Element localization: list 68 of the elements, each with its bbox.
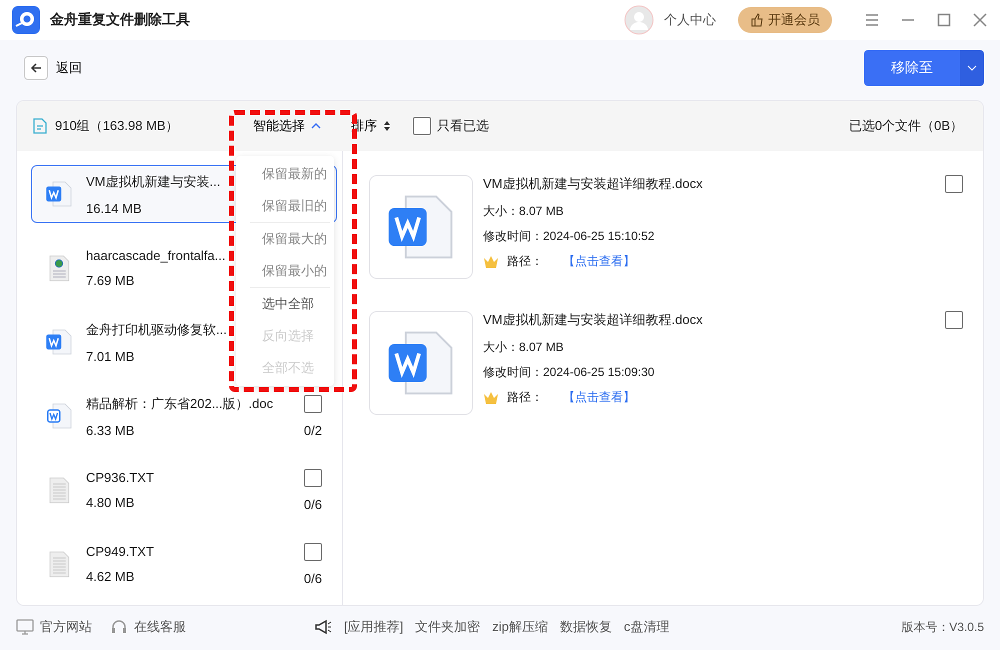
menu-icon[interactable] bbox=[864, 12, 880, 28]
monitor-icon bbox=[16, 619, 34, 635]
document-icon bbox=[33, 118, 47, 134]
checkbox[interactable] bbox=[304, 542, 322, 560]
selection-count: 0/2 bbox=[304, 422, 322, 438]
version-label: 版本号：V3.0.5 bbox=[901, 618, 984, 636]
path-label: 路径： bbox=[507, 389, 543, 406]
headset-icon bbox=[110, 619, 128, 635]
path-label: 路径： bbox=[507, 253, 543, 270]
group-item[interactable]: CP936.TXT 4.80 MB 0/6 bbox=[31, 461, 337, 519]
caret-icon bbox=[967, 65, 977, 71]
support-link[interactable]: 在线客服 bbox=[134, 618, 186, 636]
file-size: 4.80 MB bbox=[86, 495, 134, 510]
sort-arrows-icon bbox=[383, 120, 391, 132]
close-icon[interactable] bbox=[972, 12, 988, 28]
checkbox[interactable] bbox=[945, 175, 963, 193]
selection-count: 0/6 bbox=[304, 496, 322, 512]
thumbs-up-icon bbox=[750, 13, 764, 27]
smart-select-button[interactable]: 智能选择 bbox=[253, 117, 321, 135]
file-name: CP949.TXT bbox=[86, 544, 154, 559]
promo-link[interactable]: 数据恢复 bbox=[560, 618, 612, 636]
user-center-link[interactable]: 个人中心 bbox=[664, 11, 716, 29]
checkbox[interactable] bbox=[945, 311, 963, 329]
file-name: CP936.TXT bbox=[86, 470, 154, 485]
app-title: 金舟重复文件删除工具 bbox=[50, 11, 191, 29]
promo-link[interactable]: 文件夹加密 bbox=[415, 618, 480, 636]
modified-time: 修改时间：2024-06-25 15:09:30 bbox=[483, 364, 656, 381]
selection-count: 0/6 bbox=[304, 570, 322, 586]
file-name: VM虚拟机新建与安装... bbox=[86, 172, 220, 190]
modified-time: 修改时间：2024-06-25 15:10:52 bbox=[483, 228, 656, 245]
back-arrow-icon bbox=[30, 62, 42, 74]
checkbox[interactable] bbox=[304, 468, 322, 486]
file-name: VM虚拟机新建与安装超详细教程.docx bbox=[483, 175, 704, 193]
megaphone-icon bbox=[314, 619, 332, 635]
checkbox[interactable] bbox=[413, 117, 431, 135]
checkbox[interactable] bbox=[304, 394, 322, 412]
file-name: 精品解析：广东省202...版）.doc bbox=[86, 394, 274, 412]
app-logo bbox=[12, 6, 40, 34]
vip-button[interactable]: 开通会员 bbox=[738, 7, 832, 33]
back-button[interactable]: 返回 bbox=[24, 56, 82, 80]
move-to-button[interactable]: 移除至 bbox=[864, 50, 960, 86]
file-size: 4.62 MB bbox=[86, 569, 134, 584]
file-name: 金舟打印机驱动修复软... bbox=[86, 320, 227, 338]
file-name: VM虚拟机新建与安装超详细教程.docx bbox=[483, 311, 704, 329]
view-path-link[interactable]: 【点击查看】 bbox=[551, 389, 635, 406]
group-item[interactable]: CP949.TXT 4.62 MB 0/6 bbox=[31, 535, 337, 593]
website-link[interactable]: 官方网站 bbox=[40, 618, 92, 636]
group-item[interactable]: 精品解析：广东省202...版）.doc 6.33 MB 0/2 bbox=[31, 387, 337, 445]
file-size: 16.14 MB bbox=[86, 200, 142, 216]
file-name: haarcascade_frontalfa... bbox=[86, 248, 226, 263]
group-summary: 910组（163.98 MB） bbox=[55, 117, 179, 135]
only-selected-label[interactable]: 只看已选 bbox=[437, 117, 489, 135]
file-size: 7.69 MB bbox=[86, 273, 134, 288]
crown-icon bbox=[483, 390, 499, 404]
file-size: 6.33 MB bbox=[86, 422, 134, 438]
dropdown-caret-button[interactable] bbox=[960, 50, 984, 86]
menu-item[interactable]: 保留最旧的 bbox=[236, 190, 334, 222]
caret-icon bbox=[311, 123, 321, 129]
promo-link[interactable]: c盘清理 bbox=[624, 618, 670, 636]
file-size: 7.01 MB bbox=[86, 348, 134, 364]
promo-link[interactable]: [应用推荐] bbox=[344, 618, 404, 636]
view-path-link[interactable]: 【点击查看】 bbox=[551, 253, 635, 270]
promo-link[interactable]: zip解压缩 bbox=[492, 618, 548, 636]
file-size: 大小：8.07 MB bbox=[483, 339, 565, 356]
file-size: 大小：8.07 MB bbox=[483, 203, 565, 220]
crown-icon bbox=[483, 254, 499, 268]
maximize-icon[interactable] bbox=[936, 12, 952, 28]
selected-count: 已选0个文件（0B） bbox=[848, 117, 963, 135]
